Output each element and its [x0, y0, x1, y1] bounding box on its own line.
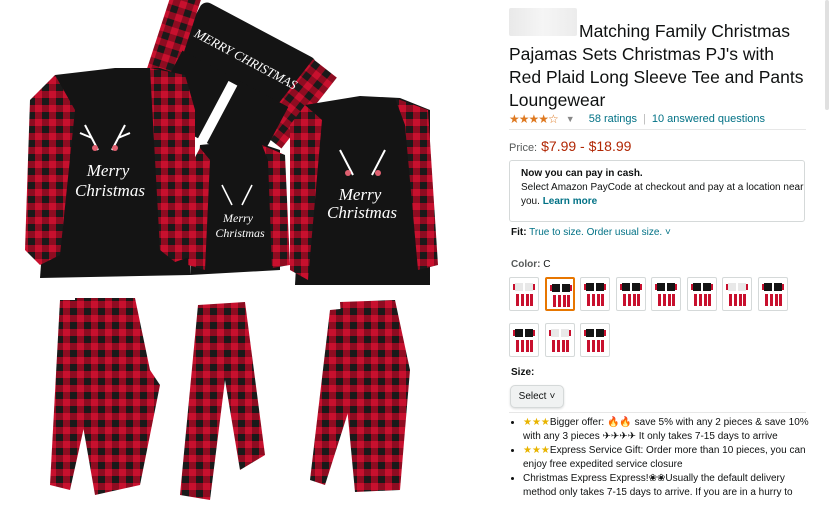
chevron-down-icon: ˅ — [549, 391, 556, 402]
color-swatch[interactable] — [509, 277, 539, 311]
answered-questions-link[interactable]: 10 answered questions — [652, 113, 765, 125]
color-swatch[interactable] — [580, 277, 610, 311]
size-select[interactable]: Select ˅ — [510, 385, 564, 408]
star-icons: ★★★ — [523, 417, 550, 428]
pants-left — [50, 298, 160, 495]
separator: | — [643, 113, 646, 125]
divider — [509, 412, 806, 413]
svg-text:Merry: Merry — [222, 211, 254, 225]
bullet-text: Express Service Gift: Order more than 10… — [523, 445, 806, 470]
color-label: Color: — [511, 259, 541, 270]
learn-more-link[interactable]: Learn more — [543, 196, 597, 207]
price-row: Price: $7.99 - $18.99 — [509, 138, 631, 154]
bullet-text: Bigger offer: 🔥🔥 save 5% with any 2 piec… — [523, 417, 809, 442]
color-swatch[interactable] — [651, 277, 681, 311]
scrollbar[interactable] — [825, 0, 829, 110]
price-label: Price: — [509, 142, 538, 154]
color-swatch[interactable] — [757, 277, 788, 311]
paycode-box: Now you can pay in cash. Select Amazon P… — [509, 160, 805, 222]
color-swatch[interactable] — [686, 277, 717, 311]
color-swatch[interactable] — [509, 323, 539, 357]
svg-text:Christmas: Christmas — [327, 203, 397, 222]
color-swatch[interactable] — [580, 323, 610, 357]
color-swatch[interactable] — [615, 277, 646, 311]
list-item: ★★★Express Service Gift: Order more than… — [523, 444, 818, 472]
price-range: $7.99 - $18.99 — [541, 138, 632, 154]
list-item: ★★★Bigger offer: 🔥🔥 save 5% with any 2 p… — [523, 416, 818, 444]
color-swatch[interactable] — [544, 277, 575, 311]
svg-text:Christmas: Christmas — [75, 181, 145, 200]
color-label-row: Color: C — [511, 259, 550, 270]
adult-shirt-left: Merry Christmas — [25, 68, 195, 278]
fit-value[interactable]: True to size. Order usual size. — [529, 227, 662, 238]
feature-bullets: ★★★Bigger offer: 🔥🔥 save 5% with any 2 p… — [509, 416, 818, 500]
pants-middle — [180, 302, 265, 500]
size-select-label: Select — [518, 391, 547, 402]
divider — [509, 129, 806, 130]
product-title: Matching Family Christmas Pajamas Sets C… — [509, 21, 804, 110]
list-item: Christmas Express Express!❀❀Usually the … — [523, 472, 818, 500]
child-shirt: Merry Christmas — [188, 140, 290, 275]
chevron-down-icon[interactable]: ˅ — [665, 227, 671, 238]
svg-text:Merry: Merry — [338, 185, 382, 204]
color-swatch[interactable] — [544, 323, 575, 357]
star-icons: ★★★ — [523, 445, 550, 456]
pants-right — [310, 300, 410, 492]
star-rating[interactable]: ★★★★☆ — [509, 112, 559, 126]
chevron-down-icon[interactable]: ▼ — [566, 114, 575, 124]
fit-row: Fit: True to size. Order usual size. ˅ — [511, 227, 671, 238]
color-value: C — [543, 259, 551, 270]
fit-label: Fit: — [511, 227, 527, 238]
ratings-link[interactable]: 58 ratings — [589, 113, 637, 125]
svg-text:Merry: Merry — [86, 161, 130, 180]
bullet-text: Christmas Express Express!❀❀Usually the … — [523, 473, 793, 498]
adult-shirt-right: Merry Christmas — [290, 96, 438, 285]
color-swatch[interactable] — [722, 277, 752, 311]
rating-row: ★★★★☆ ▼ 58 ratings | 10 answered questio… — [509, 112, 765, 126]
product-image[interactable]: MERRY CHRISTMAS Merry Christmas Merry Ch… — [0, 0, 470, 511]
size-label: Size: — [511, 367, 535, 378]
paycode-heading: Now you can pay in cash. — [521, 168, 643, 179]
svg-text:Christmas: Christmas — [215, 226, 265, 240]
